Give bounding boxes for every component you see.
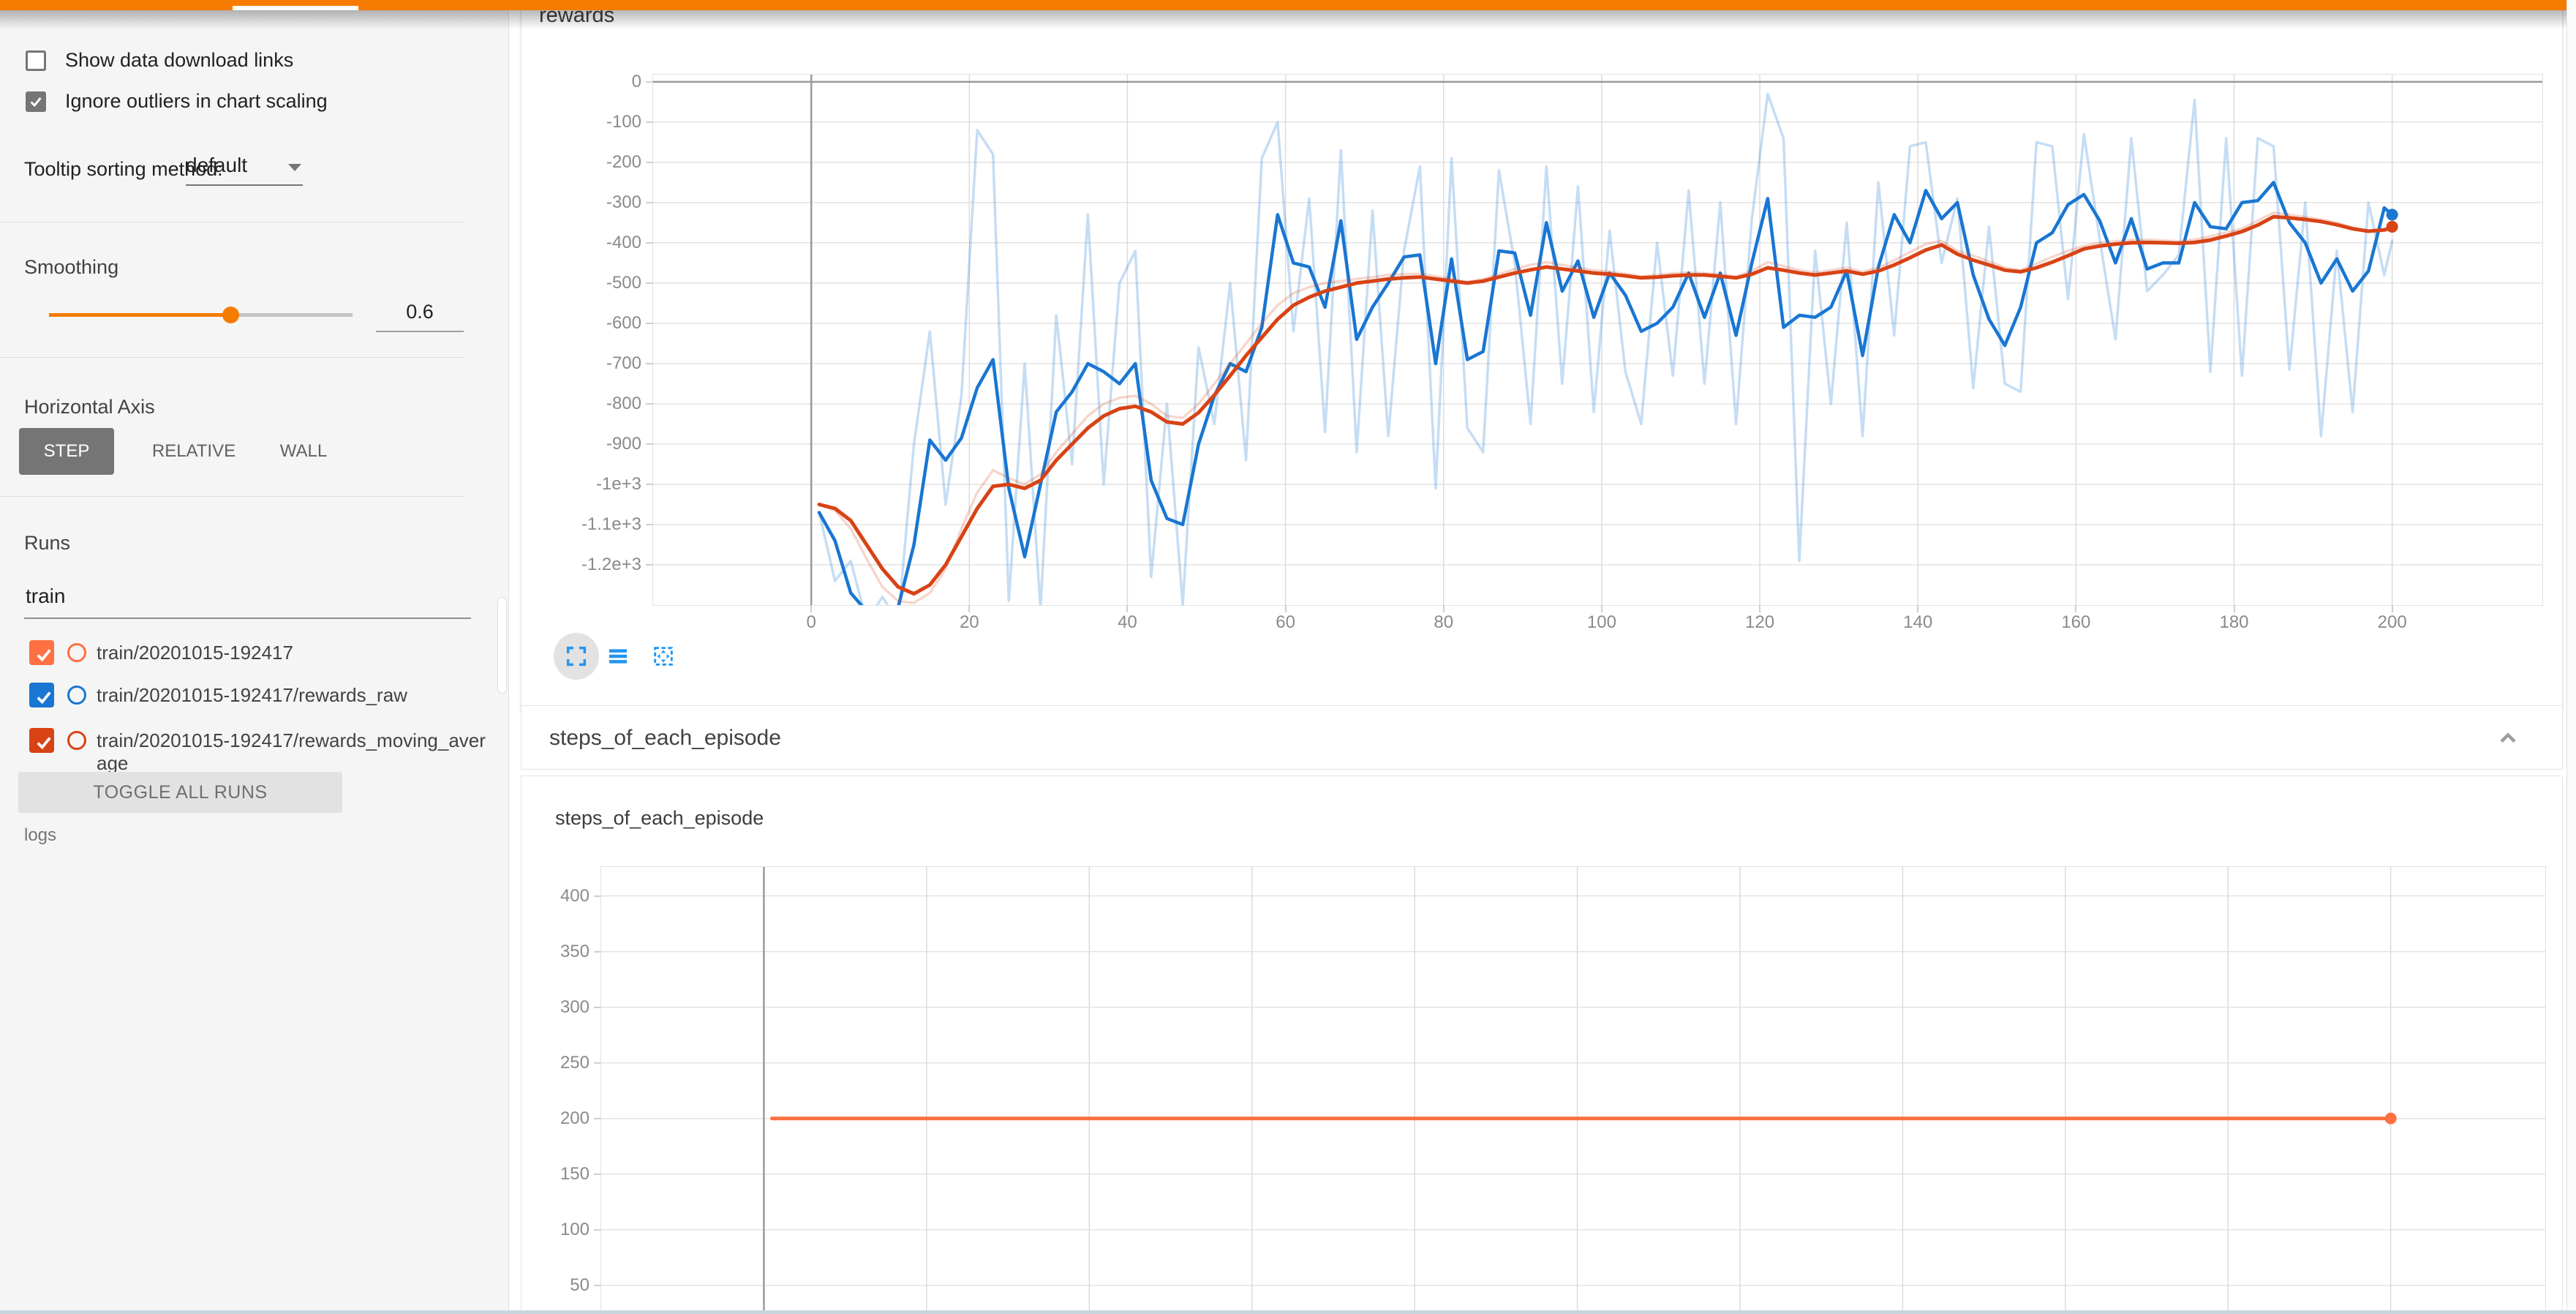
toggle-all-runs-button[interactable]: TOGGLE ALL RUNS <box>18 772 342 813</box>
smoothing-value-input[interactable]: 0.6 <box>376 296 464 332</box>
run-label: train/20201015-192417/rewards_raw <box>97 684 492 707</box>
run-label: train/20201015-192417/rewards_moving_ave… <box>97 729 492 775</box>
app-toolbar <box>0 0 2576 10</box>
show-download-links-checkbox[interactable] <box>26 50 46 71</box>
run-radio[interactable] <box>67 643 86 662</box>
slider-fill <box>49 313 231 317</box>
data-series-icon[interactable] <box>606 645 630 668</box>
dropdown-caret-icon <box>288 164 301 171</box>
run-radio[interactable] <box>67 686 86 705</box>
run-checkbox[interactable] <box>29 640 54 665</box>
expand-chart-icon[interactable] <box>565 645 588 668</box>
section-title: steps_of_each_episode <box>549 706 781 770</box>
steps-chart-card: steps_of_each_episode 501001502002503003… <box>521 776 2563 1314</box>
main-content: rewards 0-100-200-300-400-500-600-700-80… <box>509 10 2567 1314</box>
run-checkbox[interactable] <box>29 728 54 753</box>
collapse-chevron-icon[interactable] <box>2495 725 2521 751</box>
ignore-outliers-checkbox[interactable] <box>26 91 46 112</box>
ignore-outliers-row: Ignore outliers in chart scaling <box>26 90 328 113</box>
sidebar-divider <box>0 357 464 358</box>
active-tab-indicator <box>233 6 358 10</box>
smoothing-label: Smoothing <box>24 256 118 279</box>
logdir-label: logs <box>24 825 56 846</box>
steps-chart-title: steps_of_each_episode <box>555 807 764 830</box>
page-scrollbar[interactable] <box>2566 0 2576 1314</box>
settings-sidebar: Show data download links Ignore outliers… <box>0 10 509 1314</box>
run-label: train/20201015-192417 <box>97 642 492 664</box>
slider-thumb[interactable] <box>222 307 239 323</box>
ignore-outliers-label: Ignore outliers in chart scaling <box>65 90 328 113</box>
rewards-chart-card: rewards 0-100-200-300-400-500-600-700-80… <box>521 10 2563 711</box>
rewards-chart-plot[interactable]: 0-100-200-300-400-500-600-700-800-900-1e… <box>652 74 2543 606</box>
sidebar-divider <box>0 496 464 497</box>
tooltip-sorting-dropdown[interactable]: default <box>186 148 303 186</box>
smoothing-slider[interactable] <box>49 306 353 323</box>
rewards-chart-title: rewards <box>539 10 614 28</box>
axis-relative-button[interactable]: RELATIVE <box>130 428 257 475</box>
show-download-links-row: Show data download links <box>26 49 293 72</box>
axis-wall-button[interactable]: WALL <box>263 428 344 475</box>
run-checkbox[interactable] <box>29 683 54 707</box>
steps-section-header[interactable]: steps_of_each_episode <box>521 705 2563 770</box>
axis-step-button[interactable]: STEP <box>19 428 114 475</box>
run-radio[interactable] <box>67 731 86 750</box>
sidebar-scrollbar-thumb[interactable] <box>497 597 507 694</box>
steps-chart-plot[interactable]: 50100150200250300350400 <box>600 866 2546 1314</box>
horizontal-axis-buttons: STEP RELATIVE WALL <box>0 428 508 475</box>
fit-domain-icon[interactable] <box>652 645 675 668</box>
window-bottom-edge <box>0 1310 2576 1314</box>
run-filter-input[interactable] <box>24 575 471 619</box>
tooltip-sorting-value: default <box>186 148 303 177</box>
horizontal-axis-label: Horizontal Axis <box>24 396 155 418</box>
runs-heading: Runs <box>24 532 70 555</box>
show-download-links-label: Show data download links <box>65 49 293 72</box>
